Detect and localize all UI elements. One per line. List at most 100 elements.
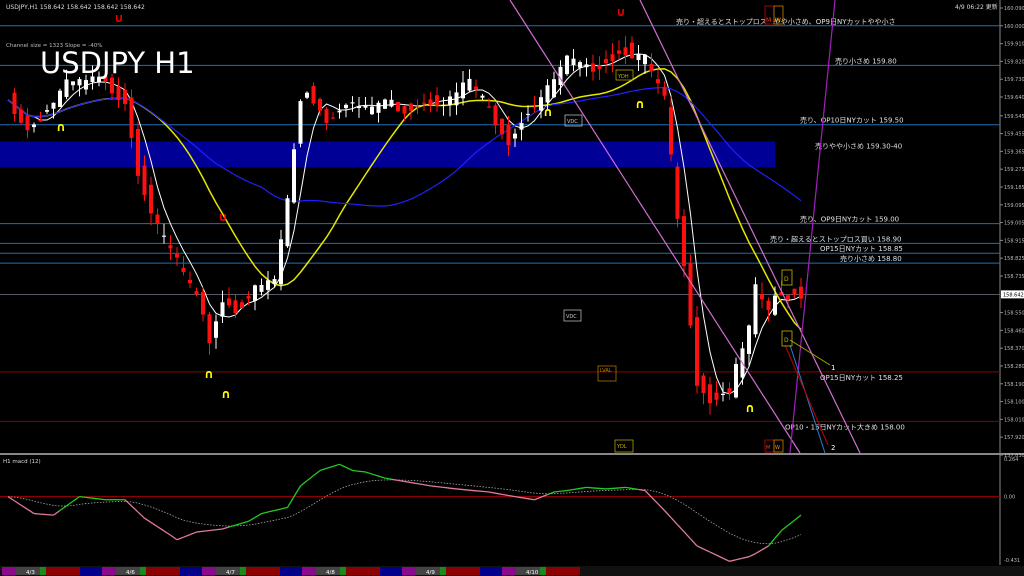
- macd-tick-label: -0.431: [1004, 558, 1020, 564]
- candle-body: [721, 393, 725, 395]
- channel-line-lower[interactable]: [639, 0, 861, 454]
- macd-line-segment: [781, 524, 789, 532]
- session-segment: [140, 567, 146, 575]
- candle-body: [116, 86, 121, 101]
- macd-line-segment: [157, 526, 165, 532]
- symbol-info: USDJPY,H1 158.642 158.642 158.642 158.64…: [6, 4, 145, 11]
- macd-line-segment: [124, 499, 132, 507]
- candle-body: [136, 128, 140, 176]
- macd-line-segment: [14, 500, 22, 506]
- candle-body: [688, 262, 693, 326]
- svg-text:D: D: [784, 276, 789, 283]
- macd-line-segment: [391, 478, 399, 482]
- macd-line-segment: [423, 484, 431, 487]
- updated-time: 4/9 06:22 更新: [955, 3, 998, 11]
- macd-line-segment: [137, 511, 145, 519]
- price-tick-label: 159.365: [1004, 149, 1024, 155]
- macd-line-segment: [163, 530, 171, 536]
- channel-line-upper[interactable]: [509, 0, 801, 454]
- session-segment: [380, 567, 402, 575]
- candle-body: [766, 300, 771, 311]
- macd-line-segment: [657, 503, 665, 511]
- candle-body: [363, 105, 368, 108]
- macd-line-segment: [748, 553, 756, 558]
- candle-body: [383, 99, 387, 109]
- candle-body: [532, 106, 537, 108]
- candle-body: [727, 388, 732, 394]
- macd-line-segment: [345, 466, 353, 472]
- marker-vdc-2: VDC: [563, 309, 582, 322]
- macd-line-segment: [670, 517, 678, 526]
- session-segment: [246, 567, 280, 575]
- macd-line-segment: [235, 522, 243, 526]
- candle-body: [513, 133, 517, 139]
- trading-chart[interactable]: 売りやや小さめ 159.30-40 売り・超えるとストップロス やや小さめ、OP9…: [0, 0, 1024, 576]
- price-tick-label: 158.550: [1004, 311, 1024, 317]
- macd-line-segment: [443, 486, 451, 489]
- wave-label-1: 1: [831, 364, 835, 372]
- candle-body: [422, 102, 426, 104]
- macd-line-segment: [40, 513, 48, 516]
- candle-body: [214, 321, 218, 338]
- current-price-label: 158.642: [1003, 292, 1024, 298]
- candle-body: [500, 118, 504, 135]
- macd-line-segment: [254, 513, 262, 518]
- macd-line-segment: [742, 556, 750, 559]
- macd-line-segment: [599, 487, 607, 490]
- price-tick-label: 160.000: [1004, 24, 1024, 30]
- candle-body: [266, 280, 270, 290]
- candle-body: [799, 286, 803, 299]
- macd-line-segment: [579, 486, 587, 490]
- candle-body: [207, 314, 212, 344]
- candle-body: [669, 107, 673, 155]
- candle-body: [292, 149, 296, 203]
- svg-text:YDL: YDL: [616, 444, 627, 450]
- candle-body: [597, 65, 602, 69]
- candle-body: [656, 79, 660, 84]
- fractal-down-icon: ∩: [543, 105, 553, 119]
- macd-line-segment: [59, 505, 67, 512]
- macd-line-segment: [449, 487, 457, 490]
- macd-line-segment: [176, 536, 184, 541]
- candle-body: [370, 106, 374, 115]
- session-segment: [80, 567, 102, 575]
- fractal-down-icon: ∩: [221, 387, 231, 401]
- candle-body: [545, 85, 550, 103]
- session-segment: [346, 567, 380, 575]
- candle-body: [84, 80, 88, 90]
- candle-body: [298, 101, 303, 144]
- candle-body: [19, 109, 23, 123]
- session-segment: [546, 567, 580, 575]
- candle-body: [617, 50, 621, 54]
- price-tick-label: 159.005: [1004, 221, 1024, 227]
- fractal-down-icon: ∩: [56, 120, 66, 134]
- marker-ydl: YDL: [614, 439, 634, 453]
- candle-body: [623, 47, 628, 56]
- fractal-down-icon: ∩: [635, 97, 645, 111]
- macd-line-segment: [768, 537, 776, 547]
- candle-body: [695, 317, 699, 386]
- macd-line-segment: [241, 520, 249, 524]
- macd-line-segment: [456, 488, 464, 491]
- price-tick-label: 159.820: [1004, 59, 1024, 65]
- candle-body: [389, 99, 394, 107]
- trend-line-purple[interactable]: [789, 0, 836, 454]
- projection-line-1[interactable]: [789, 339, 831, 366]
- macd-line-segment: [92, 497, 100, 500]
- session-segment: [480, 567, 502, 575]
- macd-line-segment: [261, 511, 269, 515]
- macd-line-segment: [85, 496, 93, 499]
- macd-line-segment: [612, 487, 620, 490]
- candle-body: [526, 113, 530, 115]
- fractal-up-icon: ∪: [218, 210, 228, 224]
- macd-line-segment: [66, 500, 74, 507]
- macd-line-segment: [690, 538, 698, 547]
- macd-line-segment: [774, 530, 782, 539]
- date-label: 4/10: [526, 570, 539, 576]
- svg-text:YDH: YDH: [617, 74, 629, 80]
- fractal-up-icon: ∪: [114, 11, 124, 25]
- macd-line-segment: [482, 490, 490, 493]
- candle-body: [344, 104, 348, 109]
- candle-body: [220, 302, 225, 317]
- candle-body: [155, 214, 160, 225]
